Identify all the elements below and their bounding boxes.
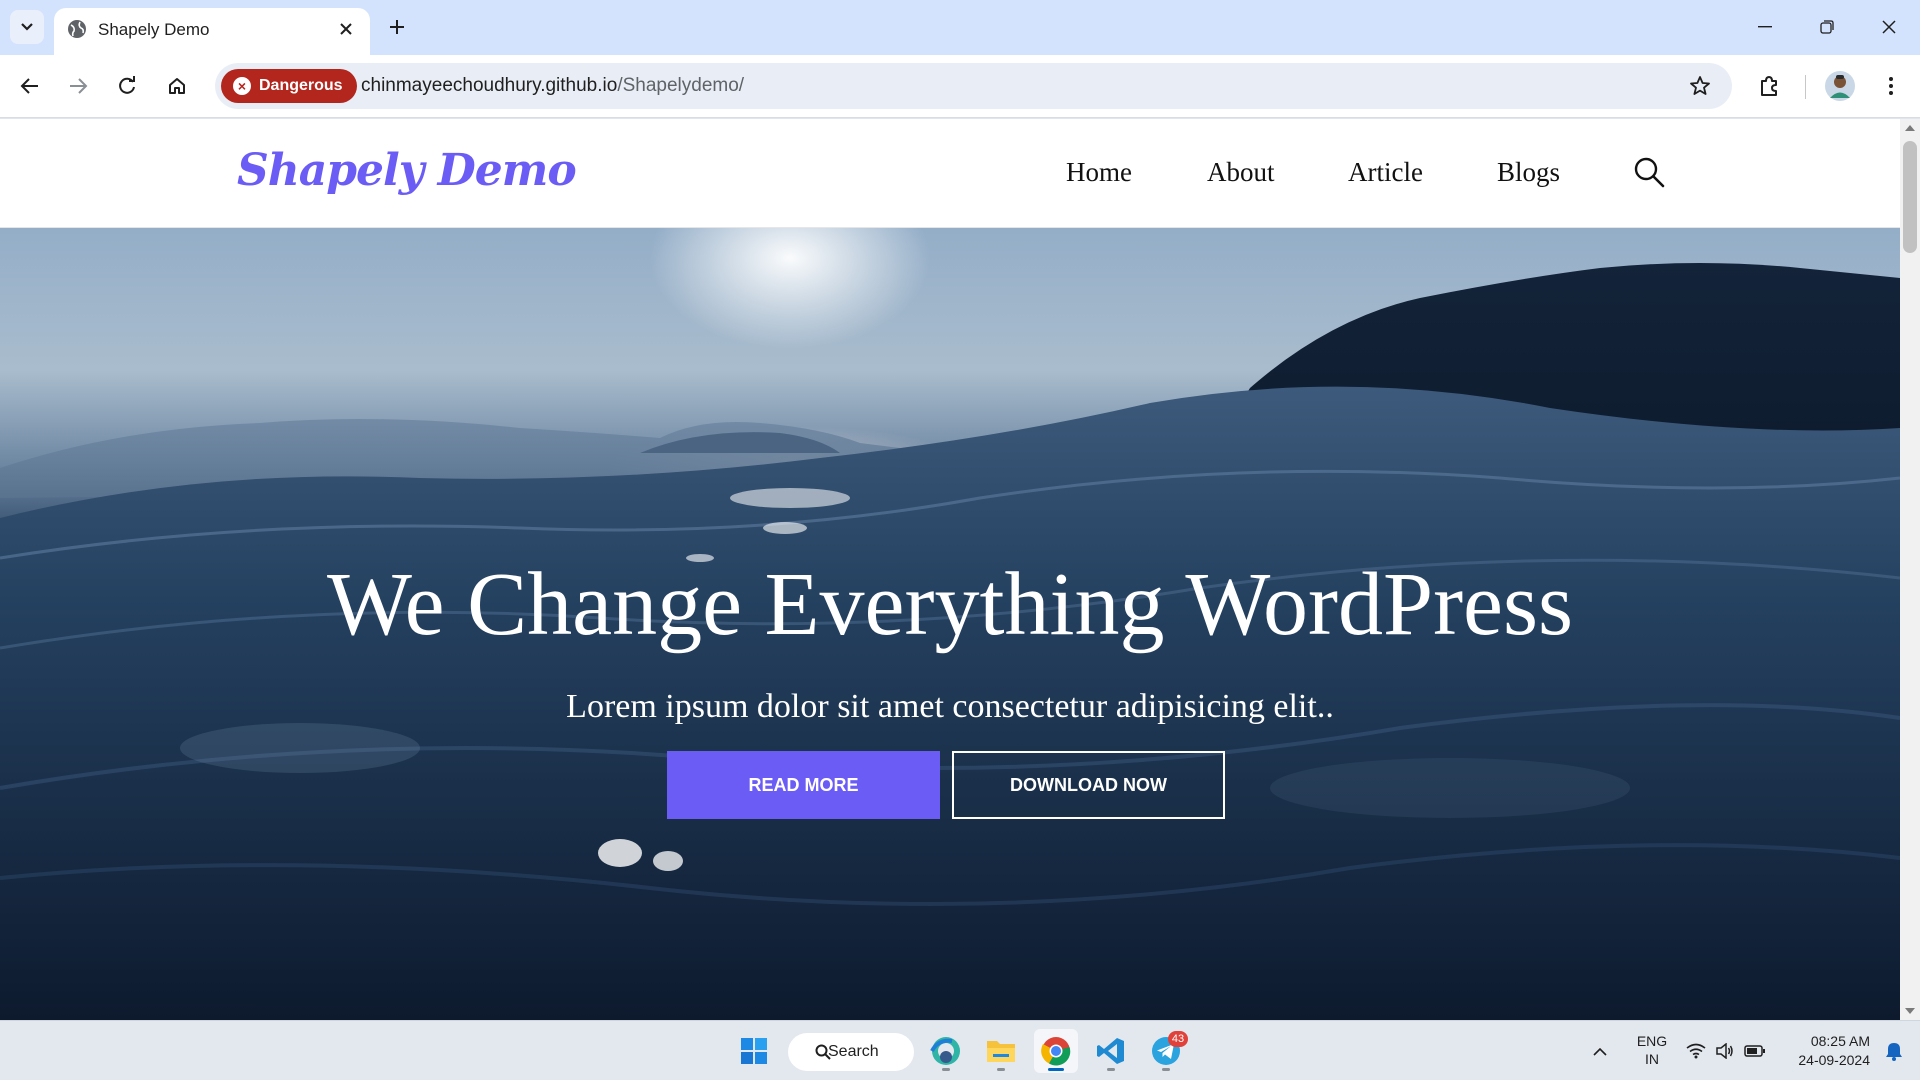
taskbar-edge-dev[interactable] (924, 1029, 968, 1073)
bell-icon (1886, 1043, 1902, 1061)
minimize-button[interactable] (1736, 4, 1794, 50)
forward-button[interactable] (58, 66, 98, 106)
scroll-down-arrow[interactable] (1905, 1008, 1915, 1014)
browser-toolbar: × Dangerous chinmayeechoudhury.github.io… (0, 55, 1920, 118)
star-icon (1690, 76, 1710, 95)
back-button[interactable] (10, 66, 50, 106)
url-host: chinmayeechoudhury.github.io (361, 75, 618, 96)
home-icon (169, 78, 185, 94)
notification-badge: 43 (1168, 1031, 1188, 1047)
start-button[interactable] (732, 1029, 776, 1073)
nav-article[interactable]: Article (1348, 157, 1423, 188)
url-path: /Shapelydemo/ (617, 75, 745, 96)
taskbar-chrome[interactable] (1034, 1029, 1078, 1073)
security-warning-chip[interactable]: × Dangerous (221, 69, 357, 103)
show-hidden-icons-button[interactable] (1580, 1029, 1620, 1073)
taskbar-file-explorer[interactable] (979, 1029, 1023, 1073)
restore-button[interactable] (1798, 4, 1856, 50)
nav-about[interactable]: About (1207, 157, 1275, 188)
taskbar-search[interactable]: Search (788, 1033, 914, 1071)
more-vertical-icon (1889, 77, 1893, 95)
reload-button[interactable] (107, 66, 147, 106)
chrome-icon (1041, 1037, 1071, 1066)
nav-blogs[interactable]: Blogs (1497, 157, 1560, 188)
read-more-button[interactable]: READ MORE (667, 751, 940, 819)
chevron-down-icon (21, 23, 33, 31)
search-icon (815, 1044, 831, 1060)
nav-home[interactable]: Home (1066, 157, 1132, 188)
globe-icon (68, 20, 86, 38)
minimize-icon (1758, 26, 1772, 28)
scroll-thumb[interactable] (1903, 141, 1917, 253)
url-text: chinmayeechoudhury.github.io/Shapelydemo… (361, 75, 744, 97)
close-tab-button[interactable] (332, 15, 360, 43)
taskbar-vscode[interactable] (1089, 1029, 1133, 1073)
browser-tab[interactable]: Shapely Demo (54, 8, 370, 55)
address-bar[interactable]: × Dangerous chinmayeechoudhury.github.io… (215, 63, 1732, 109)
error-icon: × (233, 77, 251, 95)
profile-avatar[interactable] (1820, 66, 1860, 106)
toolbar-divider (1805, 75, 1806, 99)
site-logo[interactable]: Shapely Demo (237, 145, 577, 196)
clock-time: 08:25 AM (1810, 1033, 1870, 1049)
region-code: IN (1645, 1051, 1659, 1067)
avatar-icon (1825, 71, 1855, 101)
taskbar-telegram[interactable]: 43 (1144, 1029, 1188, 1073)
clock-date: 24-09-2024 (1798, 1052, 1870, 1068)
chevron-up-icon (1593, 1047, 1607, 1056)
security-label: Dangerous (259, 77, 343, 94)
running-indicator (942, 1068, 950, 1071)
browser-menu-button[interactable] (1871, 66, 1911, 106)
active-indicator (1048, 1068, 1064, 1071)
running-indicator (1162, 1068, 1170, 1071)
new-tab-button[interactable] (380, 10, 414, 44)
tab-search-button[interactable] (10, 10, 44, 44)
bookmark-button[interactable] (1686, 72, 1714, 100)
close-icon (340, 23, 352, 35)
tab-strip: Shapely Demo (0, 0, 1920, 55)
plus-icon (390, 20, 404, 34)
extensions-button[interactable] (1749, 66, 1789, 106)
running-indicator (997, 1068, 1005, 1071)
windows-logo-icon (741, 1038, 767, 1064)
arrow-right-icon (70, 78, 88, 94)
scroll-up-arrow[interactable] (1905, 125, 1915, 131)
puzzle-icon (1761, 76, 1777, 96)
edge-browser-icon (930, 1037, 960, 1065)
vscode-icon (1097, 1038, 1124, 1064)
wifi-icon (1686, 1043, 1706, 1059)
language-indicator[interactable]: ENG IN (1632, 1032, 1672, 1068)
page-viewport: Shapely Demo Home About Article Blogs We… (0, 119, 1900, 1020)
hero-section: We Change Everything WordPress Lorem ips… (0, 228, 1900, 1020)
clock[interactable]: 08:25 AM 24-09-2024 (1780, 1032, 1870, 1070)
hero-title: We Change Everything WordPress (326, 555, 1574, 654)
tab-title: Shapely Demo (98, 20, 210, 39)
language-code: ENG (1636, 1033, 1668, 1049)
search-icon[interactable] (1632, 155, 1666, 189)
close-icon (1882, 20, 1896, 34)
notifications-button[interactable] (1876, 1029, 1912, 1073)
speaker-icon (1716, 1043, 1733, 1059)
reload-icon (119, 76, 135, 94)
home-button[interactable] (157, 66, 197, 106)
windows-taskbar: Search 43 ENG IN 08:25 AM 24-09-2024 (0, 1020, 1920, 1080)
running-indicator (1107, 1068, 1115, 1071)
page-scrollbar[interactable] (1900, 119, 1920, 1020)
site-header: Shapely Demo Home About Article Blogs (0, 119, 1900, 228)
close-window-button[interactable] (1860, 4, 1918, 50)
taskbar-search-label: Search (828, 1043, 879, 1060)
folder-icon (987, 1041, 1015, 1062)
restore-icon (1820, 20, 1834, 34)
hero-subtitle: Lorem ipsum dolor sit amet consectetur a… (566, 688, 1334, 725)
arrow-left-icon (20, 78, 38, 94)
battery-icon (1744, 1045, 1765, 1057)
download-now-button[interactable]: DOWNLOAD NOW (952, 751, 1225, 819)
system-tray-quick-settings[interactable] (1686, 1039, 1766, 1063)
